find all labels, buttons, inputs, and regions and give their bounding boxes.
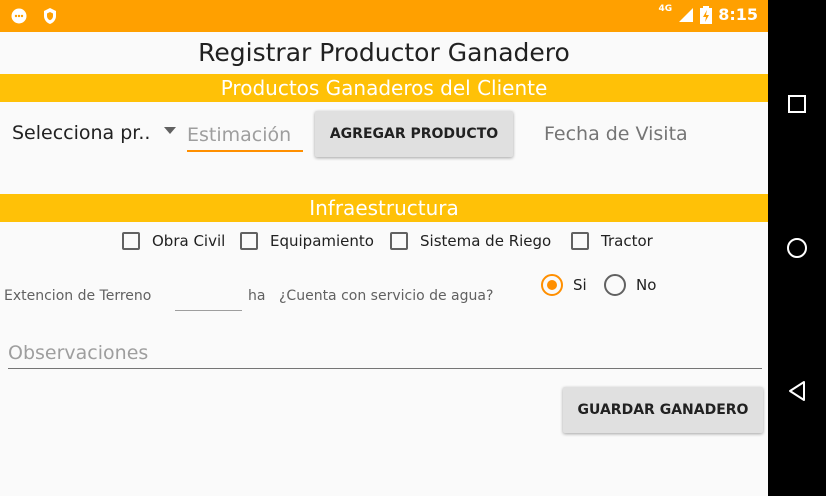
checkbox-label[interactable]: Sistema de Riego	[420, 232, 551, 250]
chat-notification-icon	[11, 8, 27, 24]
status-bar: 4G 8:15	[0, 0, 768, 32]
checkbox-label[interactable]: Equipamiento	[270, 232, 374, 250]
terreno-unit: ha	[248, 288, 266, 304]
checkbox-equipamiento[interactable]	[240, 232, 258, 250]
clock: 8:15	[718, 5, 758, 24]
fecha-visita-label[interactable]: Fecha de Visita	[544, 123, 688, 145]
radio-si[interactable]	[541, 274, 563, 296]
agua-question: ¿Cuenta con servicio de agua?	[279, 288, 494, 304]
signal-icon	[679, 7, 694, 22]
terreno-label: Extencion de Terreno	[4, 288, 152, 304]
navigation-bar	[768, 0, 826, 496]
radio-no-label[interactable]: No	[636, 276, 656, 294]
chevron-down-icon[interactable]	[164, 127, 176, 134]
section-header-productos: Productos Ganaderos del Cliente	[0, 74, 768, 102]
agregar-producto-button[interactable]: AGREGAR PRODUCTO	[315, 111, 513, 157]
checkbox-label[interactable]: Tractor	[601, 232, 653, 250]
network-type: 4G	[658, 3, 673, 14]
estimacion-input[interactable]	[187, 120, 303, 152]
page-title: Registrar Productor Ganadero	[198, 38, 570, 67]
checkbox-sistema-riego[interactable]	[390, 232, 408, 250]
app-screen: 4G 8:15 Registrar Productor Ganadero Pro…	[0, 0, 768, 496]
producto-select[interactable]: Selecciona pr..	[12, 122, 150, 144]
home-icon[interactable]	[784, 235, 810, 261]
terreno-input[interactable]	[175, 310, 242, 311]
checkbox-obra-civil[interactable]	[122, 232, 140, 250]
radio-si-label[interactable]: Si	[573, 276, 587, 294]
recents-icon[interactable]	[784, 91, 810, 117]
guardar-ganadero-button[interactable]: GUARDAR GANADERO	[563, 387, 763, 433]
shield-notification-icon	[44, 8, 56, 24]
terreno-agua-row: Extencion de Terreno ha ¿Cuenta con serv…	[0, 270, 768, 311]
checkbox-label[interactable]: Obra Civil	[152, 232, 225, 250]
battery-charging-icon	[700, 5, 713, 24]
section-header-infraestructura: Infraestructura	[0, 194, 768, 222]
productos-row: Selecciona pr.. AGREGAR PRODUCTO Fecha d…	[0, 110, 768, 160]
observaciones-input[interactable]	[8, 338, 762, 369]
radio-no[interactable]	[604, 274, 626, 296]
back-icon[interactable]	[784, 378, 810, 404]
radio-dot	[547, 280, 557, 290]
infraestructura-checkboxes: Obra Civil Equipamiento Sistema de Riego…	[0, 230, 768, 256]
checkbox-tractor[interactable]	[571, 232, 589, 250]
